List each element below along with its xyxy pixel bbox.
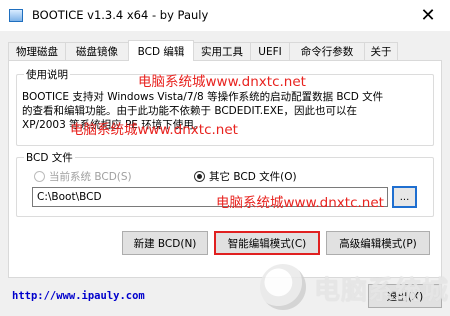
usage-line: BOOTICE 支持对 Windows Vista/7/8 等操作系统的启动配置… — [22, 91, 384, 103]
tab-uefi[interactable]: UEFI — [250, 42, 290, 60]
close-button[interactable]: ✕ — [406, 0, 450, 30]
window-title: BOOTICE v1.3.4 x64 - by Pauly — [32, 8, 209, 22]
bcd-file-group-legend: BCD 文件 — [24, 150, 75, 165]
exit-button[interactable]: 退出(X) — [368, 284, 442, 308]
radio-other-bcd[interactable]: 其它 BCD 文件(O) — [194, 169, 297, 184]
tab-utilities[interactable]: 实用工具 — [193, 42, 251, 60]
tab-disk-image[interactable]: 磁盘镜像 — [65, 42, 129, 60]
browse-button[interactable]: ... — [392, 186, 417, 208]
tab-command-line[interactable]: 命令行参数 — [289, 42, 365, 60]
new-bcd-button[interactable]: 新建 BCD(N) — [122, 231, 208, 255]
website-link[interactable]: http://www.ipauly.com — [12, 290, 145, 302]
usage-line: XP/2003 等系统相应 PE 环境下使用。 — [22, 119, 205, 131]
usage-description: BOOTICE 支持对 Windows Vista/7/8 等操作系统的启动配置… — [22, 90, 432, 132]
title-bar[interactable]: BOOTICE v1.3.4 x64 - by Pauly ✕ — [0, 0, 450, 31]
usage-group-legend: 使用说明 — [24, 67, 70, 82]
radio-current-bcd-label: 当前系统 BCD(S) — [49, 171, 132, 183]
smart-edit-button[interactable]: 智能编辑模式(C) — [214, 231, 320, 255]
tab-physical-disk[interactable]: 物理磁盘 — [8, 42, 66, 60]
tab-bcd-edit[interactable]: BCD 编辑 — [128, 40, 194, 61]
radio-current-bcd[interactable]: 当前系统 BCD(S) — [34, 169, 132, 184]
radio-other-bcd-label: 其它 BCD 文件(O) — [209, 171, 297, 183]
radio-unchecked-icon — [34, 171, 45, 182]
app-icon — [9, 9, 23, 22]
bcd-path-input[interactable]: C:\Boot\BCD — [32, 187, 388, 207]
radio-checked-icon — [194, 171, 205, 182]
tab-about[interactable]: 关于 — [364, 42, 398, 60]
advanced-edit-button[interactable]: 高级编辑模式(P) — [326, 231, 430, 255]
close-icon: ✕ — [420, 4, 436, 26]
usage-line: 的查看和编辑功能。由于此功能不依赖于 BCDEDIT.EXE，因此也可以在 — [22, 105, 358, 117]
